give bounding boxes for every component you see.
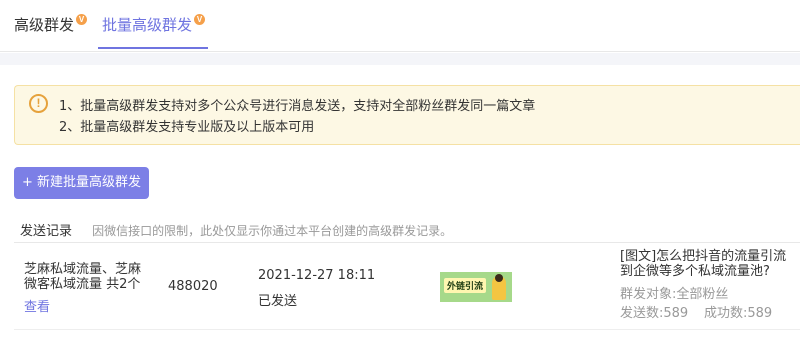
- message-id: 488020: [168, 279, 218, 294]
- person-illustration-icon: [492, 274, 506, 300]
- divider: [14, 242, 800, 243]
- notice-line-2: 2、批量高级群发支持专业版及以上版本可用: [59, 120, 315, 135]
- article-title: [图文]怎么把抖音的流量引流 到企微等多个私域流量池?: [620, 249, 786, 279]
- article-title-line-1: [图文]怎么把抖音的流量引流: [620, 249, 787, 264]
- new-batch-broadcast-button[interactable]: + 新建批量高级群发: [14, 167, 149, 199]
- tab-label: 批量高级群发: [102, 16, 193, 34]
- send-status: 已发送: [258, 294, 298, 309]
- thumbnail-caption: 外链引流: [444, 278, 487, 293]
- active-tab-indicator: [98, 47, 208, 49]
- records-header: 发送记录 因微信接口的限制，此处仅显示你通过本平台创建的高级群发记录。: [20, 220, 452, 239]
- article-title-line-2: 到企微等多个私域流量池?: [620, 264, 770, 279]
- tab-label: 高级群发: [14, 16, 75, 34]
- send-time: 2021-12-27 18:11: [258, 268, 376, 283]
- sent-count: 发送数:589: [620, 306, 689, 321]
- records-note: 因微信接口的限制，此处仅显示你通过本平台创建的高级群发记录。: [92, 224, 453, 238]
- view-link[interactable]: 查看: [24, 296, 50, 315]
- notice-line-1: 1、批量高级群发支持对多个公众号进行消息发送，支持对全部粉丝群发同一篇文章: [59, 99, 536, 114]
- broadcast-target: 群发对象:全部粉丝: [620, 287, 729, 302]
- section-gap: [0, 53, 800, 65]
- tab-batch-advanced-broadcast[interactable]: 批量高级群发 V: [102, 14, 206, 35]
- accounts-line-1: 芝麻私域流量、芝麻: [24, 262, 142, 277]
- tab-advanced-broadcast[interactable]: 高级群发 V: [14, 14, 88, 35]
- vip-badge-icon: V: [194, 14, 206, 25]
- article-thumbnail[interactable]: 外链引流: [440, 272, 512, 302]
- vip-badge-icon: V: [76, 14, 88, 25]
- accounts-line-2: 微客私域流量 共2个: [24, 277, 141, 292]
- success-count: 成功数:589: [704, 306, 773, 321]
- tab-bar: 高级群发 V 批量高级群发 V: [0, 0, 800, 52]
- divider: [14, 329, 800, 330]
- accounts-cell: 芝麻私域流量、芝麻 微客私域流量 共2个: [24, 262, 141, 292]
- notice-box: ! 1、批量高级群发支持对多个公众号进行消息发送，支持对全部粉丝群发同一篇文章 …: [14, 85, 800, 145]
- warning-icon: !: [29, 94, 48, 113]
- records-title: 发送记录: [20, 224, 73, 239]
